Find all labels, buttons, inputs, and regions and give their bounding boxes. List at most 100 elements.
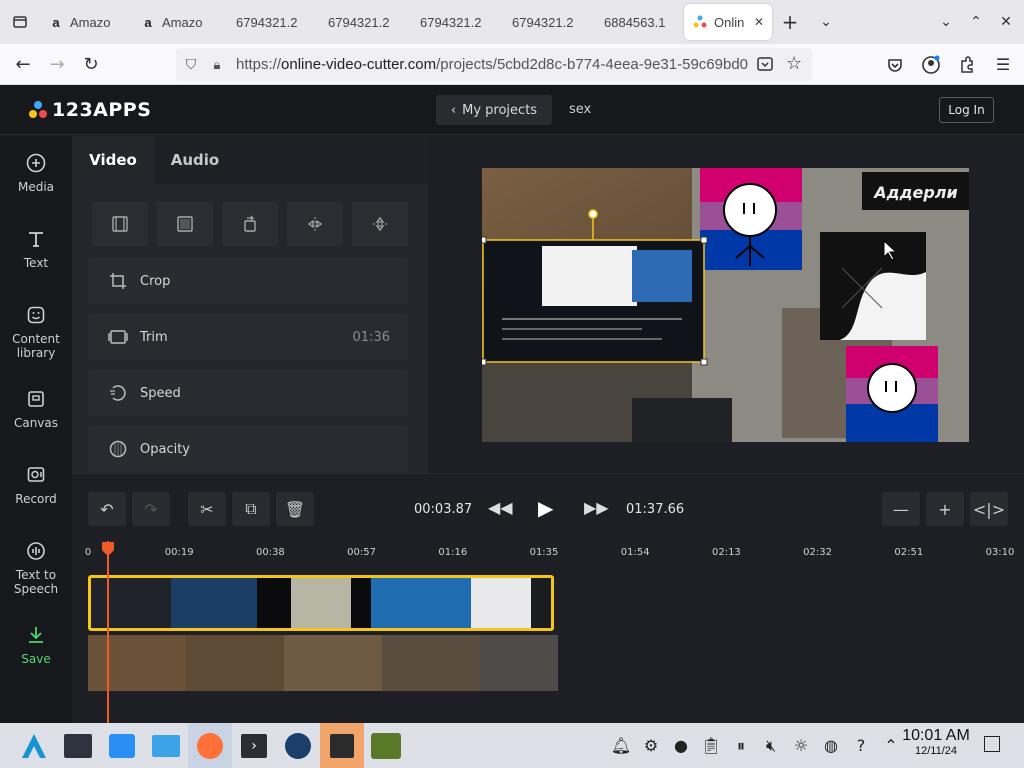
timeline-ruler[interactable]: 0 00:19 00:38 00:57 01:16 01:35 01:54 02:13 02:3… <box>72 543 1024 567</box>
play-icon[interactable]: ▶ <box>538 496 553 520</box>
reader-view-icon[interactable] <box>756 55 776 75</box>
tab-label: Amazo <box>70 14 111 30</box>
reload-icon[interactable]: ↻ <box>74 47 108 81</box>
close-tab-icon[interactable]: ✕ <box>754 15 764 29</box>
extensions-icon[interactable] <box>954 48 980 81</box>
duplicate-button[interactable]: ⧉ <box>232 492 270 526</box>
sidebar-item-text[interactable]: Text <box>0 228 72 270</box>
new-tab-icon[interactable]: + <box>772 10 808 34</box>
start-menu-icon[interactable] <box>12 723 56 768</box>
logo-dots-icon <box>28 100 48 120</box>
aspect-fit-icon[interactable] <box>92 202 148 246</box>
browser-tab[interactable]: 6794321.2 <box>316 4 408 40</box>
sidebar-item-text-to-speech[interactable]: Text to Speech <box>0 540 72 596</box>
help-icon[interactable]: ? <box>848 733 874 759</box>
fast-forward-icon[interactable]: ▶▶ <box>584 498 609 517</box>
flip-vertical-icon[interactable] <box>352 202 408 246</box>
flip-horizontal-icon[interactable] <box>287 202 343 246</box>
show-desktop-icon[interactable] <box>984 736 1000 752</box>
volume-muted-icon[interactable]: 🔇︎ <box>758 733 784 759</box>
fit-timeline-button[interactable]: <|> <box>970 492 1008 526</box>
login-button[interactable]: Log In <box>939 97 994 123</box>
tab-video[interactable]: Video <box>72 136 154 184</box>
zoom-out-button[interactable]: — <box>882 492 920 526</box>
video-clip-main[interactable] <box>88 635 558 691</box>
browser-tab[interactable]: a Amazo <box>40 4 132 40</box>
browser-tab[interactable]: 6794321.2 <box>500 4 592 40</box>
undo-button[interactable]: ↶ <box>88 492 126 526</box>
clipboard-icon[interactable]: 📋︎ <box>698 733 724 759</box>
speed-row[interactable]: Speed <box>88 370 408 416</box>
video-clip-overlay[interactable] <box>88 575 554 631</box>
preview-canvas[interactable]: Аддерли <box>482 168 969 442</box>
redo-button[interactable]: ↷ <box>132 492 170 526</box>
mixer-app-icon[interactable] <box>56 723 100 768</box>
tab-overflow-chevron-icon[interactable]: ⌄ <box>808 14 844 30</box>
browser-tab[interactable]: Onlin ✕ <box>684 4 772 40</box>
media-app-icon[interactable] <box>320 723 364 768</box>
zoom-in-button[interactable]: + <box>926 492 964 526</box>
tab-audio[interactable]: Audio <box>154 136 236 184</box>
speed-icon <box>108 383 128 403</box>
sidebar-item-media[interactable]: Media <box>0 152 72 194</box>
back-arrow-icon[interactable]: ← <box>6 47 40 81</box>
app-logo[interactable]: 123APPS <box>28 99 151 121</box>
brightness-icon[interactable]: ☼ <box>788 733 814 759</box>
account-icon[interactable] <box>918 48 944 81</box>
project-name[interactable]: sex <box>569 102 591 117</box>
bookmark-star-icon[interactable]: ☆ <box>786 53 802 74</box>
minimize-chevron-icon[interactable]: ⌄ <box>934 14 958 30</box>
vpn-icon[interactable]: ◍ <box>818 733 844 759</box>
sidebar-item-content-library[interactable]: Content library <box>0 304 72 360</box>
terminal-icon[interactable]: › <box>232 723 276 768</box>
browser-tab[interactable]: 6794321.2 <box>224 4 316 40</box>
trim-label: Trim <box>140 329 168 345</box>
ruler-tick-label: 0 <box>84 547 92 558</box>
crop-row[interactable]: Crop <box>88 258 408 304</box>
sidebar-item-label: Text to Speech <box>13 568 59 596</box>
maximize-chevron-icon[interactable]: ⌃ <box>964 14 988 30</box>
shield-icon[interactable]: ⛉ <box>176 56 206 73</box>
forward-arrow-icon[interactable]: → <box>40 47 74 81</box>
address-bar[interactable]: ⛉ 🔒︎ https://online-video-cutter.com/pro… <box>176 48 812 81</box>
total-time: 01:37.66 <box>626 502 685 517</box>
opacity-row[interactable]: Opacity <box>88 426 408 472</box>
sidebar-item-canvas[interactable]: Canvas <box>0 388 72 430</box>
browser-tab[interactable]: 6884563.1 <box>592 4 684 40</box>
clip-thumbnail <box>351 578 371 628</box>
sidebar-item-label: Canvas <box>13 416 59 430</box>
banana-app-icon[interactable] <box>364 723 408 768</box>
file-manager-icon[interactable] <box>144 723 188 768</box>
os-taskbar: › 🔔︎ ⚙︎ ● 📋︎ ⏸︎ 🔇︎ ☼ ◍ ? ⌃ 10:01 AM 12/1… <box>0 723 1024 768</box>
delete-button[interactable]: 🗑︎ <box>276 492 314 526</box>
my-projects-button[interactable]: ‹ My projects <box>436 95 552 125</box>
steam-tray-icon[interactable]: ● <box>668 733 694 759</box>
rewind-icon[interactable]: ◀◀ <box>488 498 513 517</box>
trim-duration: 01:36 <box>352 329 390 345</box>
rotate-icon[interactable] <box>222 202 278 246</box>
firefox-icon[interactable] <box>188 723 232 768</box>
tab-list-icon[interactable] <box>0 0 40 44</box>
store-app-icon[interactable] <box>100 723 144 768</box>
steam-icon[interactable] <box>276 723 320 768</box>
pocket-icon[interactable] <box>882 48 908 81</box>
close-window-icon[interactable]: ✕ <box>994 14 1018 30</box>
browser-tab[interactable]: 6794321.2 <box>408 4 500 40</box>
lock-icon[interactable]: 🔒︎ <box>206 57 228 73</box>
media-pause-icon[interactable]: ⏸︎ <box>728 733 754 759</box>
sidebar-item-record[interactable]: Record <box>0 464 72 506</box>
clip-thumbnail <box>291 578 351 628</box>
network-icon[interactable]: ⚙︎ <box>638 733 664 759</box>
download-icon <box>25 624 47 646</box>
notification-bell-icon[interactable]: 🔔︎ <box>608 733 634 759</box>
system-clock[interactable]: 10:01 AM 12/11/24 <box>896 727 976 757</box>
123apps-icon <box>692 14 708 30</box>
hamburger-menu-icon[interactable]: ☰ <box>990 48 1016 81</box>
playhead-line[interactable] <box>107 541 109 723</box>
cut-button[interactable]: ✂ <box>188 492 226 526</box>
aspect-fill-icon[interactable] <box>157 202 213 246</box>
clock-date: 12/11/24 <box>914 745 957 757</box>
browser-tab[interactable]: a Amazo <box>132 4 224 40</box>
trim-row[interactable]: Trim 01:36 <box>88 314 408 360</box>
sidebar-item-save[interactable]: Save <box>0 624 72 666</box>
